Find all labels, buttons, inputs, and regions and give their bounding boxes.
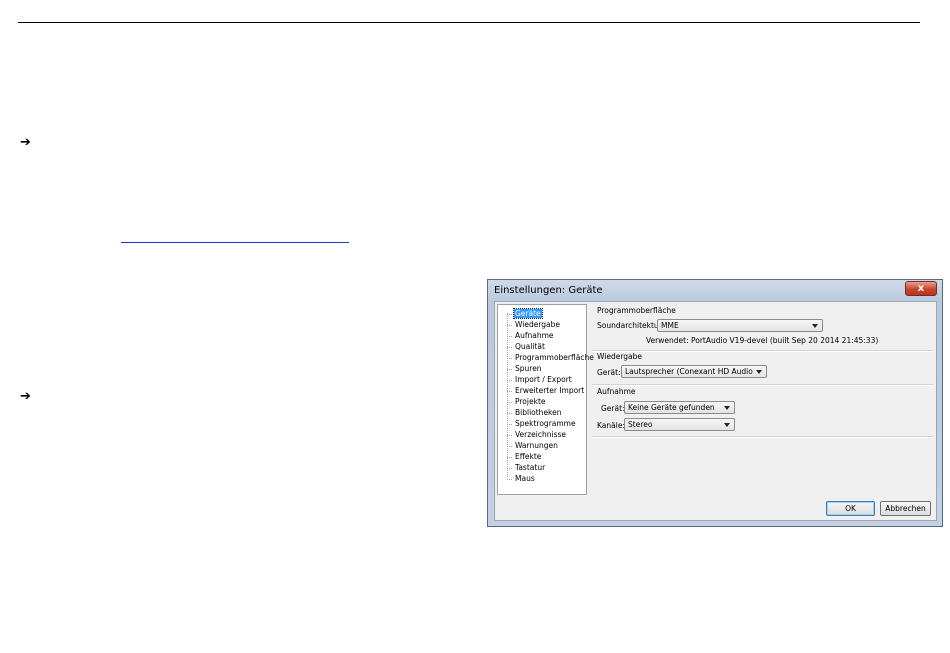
chevron-down-icon (756, 370, 762, 374)
host-select[interactable]: MME (657, 319, 823, 332)
chevron-down-icon (812, 324, 818, 328)
dialog-client: Geräte Wiedergabe Aufnahme Qualität Prog… (494, 301, 937, 521)
channels-select[interactable]: Stereo (624, 418, 735, 431)
tree-item-projekte[interactable]: Projekte (507, 396, 547, 407)
ok-button[interactable]: OK (826, 501, 875, 516)
title-bar[interactable]: Einstellungen: Geräte x (488, 280, 942, 302)
divider (592, 436, 933, 438)
close-button[interactable]: x (905, 281, 937, 296)
tree-item-spuren[interactable]: Spuren (507, 363, 543, 374)
arrow-bullet-icon: ➔ (20, 389, 31, 404)
tree-item-effekte[interactable]: Effekte (507, 451, 542, 462)
tree-item-verzeichnisse[interactable]: Verzeichnisse (507, 429, 567, 440)
tree-item-aufnahme[interactable]: Aufnahme (507, 330, 555, 341)
preferences-dialog: Einstellungen: Geräte x Geräte Wiedergab… (487, 279, 943, 527)
dialog-title: Einstellungen: Geräte (494, 285, 603, 296)
chevron-down-icon (724, 423, 730, 427)
tree-item-erweiterter-import[interactable]: Erweiterter Import (507, 385, 585, 396)
cancel-button[interactable]: Abbrechen (880, 501, 931, 516)
tree-item-wiedergabe[interactable]: Wiedergabe (507, 319, 561, 330)
tree-item-geraete[interactable]: Geräte (507, 308, 543, 319)
recording-device-label: Gerät: (601, 404, 625, 413)
chevron-down-icon (724, 406, 730, 410)
close-icon: x (917, 283, 925, 294)
tree-item-programmoberflaeche[interactable]: Programmoberfläche (507, 352, 595, 363)
playback-device-select[interactable]: Lautsprecher (Conexant HD Audio (621, 365, 767, 378)
host-label: Soundarchitektur: (597, 321, 665, 330)
tree-item-qualitaet[interactable]: Qualität (507, 341, 546, 352)
portaudio-info: Verwendet: PortAudio V19-devel (built Se… (646, 336, 879, 345)
tree-item-bibliotheken[interactable]: Bibliotheken (507, 407, 563, 418)
channels-label: Kanäle: (597, 421, 625, 430)
divider (592, 384, 933, 386)
category-tree[interactable]: Geräte Wiedergabe Aufnahme Qualität Prog… (497, 304, 594, 495)
tree-item-import-export[interactable]: Import / Export (507, 374, 573, 385)
playback-group-title: Wiedergabe (597, 352, 643, 361)
top-rule (18, 22, 920, 23)
interface-group-title: Programmoberfläche (597, 306, 676, 315)
tree-item-warnungen[interactable]: Warnungen (507, 440, 559, 451)
recording-group-title: Aufnahme (597, 387, 636, 396)
arrow-bullet-icon: ➔ (20, 135, 31, 150)
tree-item-tastatur[interactable]: Tastatur (507, 462, 546, 473)
document-link[interactable] (121, 238, 349, 243)
divider (592, 350, 933, 352)
recording-device-select[interactable]: Keine Geräte gefunden (624, 401, 735, 414)
playback-device-label: Gerät: (597, 368, 621, 377)
tree-item-spektrogramme[interactable]: Spektrogramme (507, 418, 577, 429)
tree-item-maus[interactable]: Maus (507, 473, 536, 484)
